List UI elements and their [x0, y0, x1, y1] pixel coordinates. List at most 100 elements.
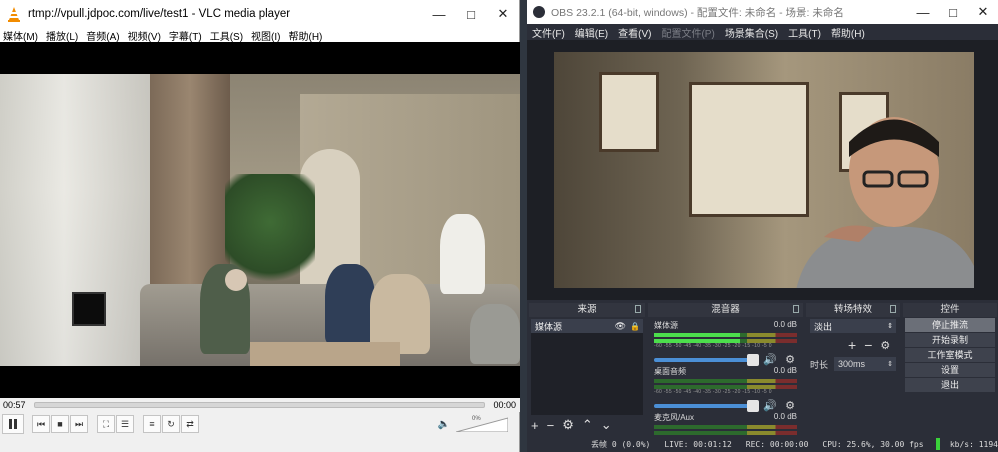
obs-menu-file[interactable]: 文件(F)	[532, 25, 565, 40]
minimize-icon[interactable]: —	[423, 0, 455, 28]
vlc-menu-media[interactable]: 媒体(M)	[3, 28, 38, 43]
lock-icon[interactable]: 🔒	[630, 322, 640, 331]
transitions-dock: 转场特效 淡出 ⇕ + − ⚙ 时长 300ms ⇕	[806, 303, 900, 436]
obs-menu-scene-collection[interactable]: 场景集合(S)	[725, 25, 778, 40]
obs-window: OBS 23.2.1 (64-bit, windows) - 配置文件: 未命名…	[527, 0, 998, 452]
slider-knob[interactable]	[747, 353, 759, 366]
channel-name: 桌面音频	[654, 367, 686, 376]
video-frame	[0, 74, 520, 366]
stop-streaming-button[interactable]: 停止推流	[905, 318, 995, 332]
gear-icon[interactable]: ⚙	[880, 339, 890, 352]
sliders-icon: ☰	[120, 418, 130, 429]
transitions-title: 转场特效	[833, 304, 872, 315]
gear-icon[interactable]: ⚙	[562, 417, 574, 433]
scene-wall-art	[599, 72, 659, 152]
vlc-menu-video[interactable]: 视频(V)	[128, 28, 161, 43]
pause-button[interactable]	[2, 414, 24, 434]
volume-slider[interactable]	[654, 353, 759, 366]
scene-person	[470, 304, 520, 364]
stop-icon: ■	[57, 419, 63, 429]
loop-icon: ↻	[167, 418, 175, 429]
obs-menu-view[interactable]: 查看(V)	[618, 25, 651, 40]
cpu-fps: CPU: 25.6%, 30.00 fps	[822, 439, 924, 449]
sources-toolbar: + − ⚙ ⌃ ⌄	[531, 416, 620, 434]
vlc-titlebar[interactable]: rtmp://vpull.jdpoc.com/live/test1 - VLC …	[0, 0, 519, 28]
seek-bar[interactable]	[33, 402, 486, 408]
next-button[interactable]: ⏭	[70, 415, 88, 433]
obs-menu-edit[interactable]: 编辑(E)	[575, 25, 608, 40]
volume-slider[interactable]	[654, 399, 759, 412]
channel-db: 0.0 dB	[773, 320, 797, 329]
dock-float-icon[interactable]	[635, 305, 641, 313]
vlc-controls: ⏮ ■ ⏭ ⛶ ☰ ≡ ↻ ⇄ 🔈 0%	[0, 412, 520, 436]
vlc-menu-playback[interactable]: 播放(L)	[46, 28, 78, 43]
scene-table	[250, 342, 400, 366]
close-icon[interactable]: ✕	[968, 0, 998, 24]
desktop: rtmp://vpull.jdpoc.com/live/test1 - VLC …	[0, 0, 998, 452]
vlc-menu-view[interactable]: 视图(I)	[251, 28, 280, 43]
chevron-down-icon[interactable]: ⌄	[601, 417, 612, 433]
exit-button[interactable]: 退出	[905, 378, 995, 392]
start-recording-button[interactable]: 开始录制	[905, 333, 995, 347]
obs-preview-area[interactable]	[527, 40, 998, 300]
vlc-menu-subtitle[interactable]: 字幕(T)	[169, 28, 202, 43]
elapsed-time: 00:57	[3, 400, 26, 410]
transition-select[interactable]: 淡出 ⇕	[810, 319, 896, 333]
shuffle-button[interactable]: ⇄	[181, 415, 199, 433]
eye-icon[interactable]: 👁	[615, 321, 626, 332]
transition-toolbar: + − ⚙	[848, 337, 900, 353]
fullscreen-icon: ⛶	[102, 418, 110, 429]
vlc-menu-help[interactable]: 帮助(H)	[289, 28, 323, 43]
duration-row: 时长 300ms ⇕	[810, 357, 896, 371]
remove-icon[interactable]: −	[864, 337, 872, 353]
remove-icon[interactable]: −	[547, 418, 555, 433]
slider-knob[interactable]	[747, 399, 759, 412]
studio-mode-button[interactable]: 工作室模式	[905, 348, 995, 362]
obs-menu-tools[interactable]: 工具(T)	[788, 25, 821, 40]
scene-man	[764, 102, 974, 288]
source-item[interactable]: 媒体源 👁 🔒	[531, 319, 643, 333]
chevron-up-icon[interactable]: ⌃	[582, 417, 593, 433]
add-icon[interactable]: +	[848, 337, 856, 353]
close-icon[interactable]: ✕	[487, 0, 519, 28]
minimize-icon[interactable]: —	[908, 0, 938, 24]
maximize-icon[interactable]: □	[938, 0, 968, 24]
stop-button[interactable]: ■	[51, 415, 69, 433]
live-time: LIVE: 00:01:12	[664, 439, 732, 449]
volume-control[interactable]: 🔈 0%	[438, 416, 509, 433]
vlc-video-area[interactable]	[0, 42, 520, 398]
maximize-icon[interactable]: □	[455, 0, 487, 28]
sources-dock-title: 来源	[529, 303, 645, 317]
extended-settings-button[interactable]: ☰	[116, 415, 134, 433]
volume-slider[interactable]: 0%	[455, 416, 509, 433]
volume-meter	[654, 431, 797, 435]
chevron-updown-icon: ⇕	[887, 323, 893, 330]
obs-menubar: 文件(F) 编辑(E) 查看(V) 配置文件(P) 场景集合(S) 工具(T) …	[527, 24, 998, 40]
dock-float-icon[interactable]	[890, 305, 896, 313]
spinner-icon[interactable]: ⇕	[887, 360, 893, 368]
dock-float-icon[interactable]	[793, 305, 799, 313]
fullscreen-button[interactable]: ⛶	[97, 415, 115, 433]
add-icon[interactable]: +	[531, 418, 539, 433]
scene-person-head	[225, 269, 247, 291]
previous-button[interactable]: ⏮	[32, 415, 50, 433]
remaining-time: 00:00	[493, 400, 516, 410]
settings-button[interactable]: 设置	[905, 363, 995, 377]
channel-db: 0.0 dB	[773, 366, 797, 375]
obs-preview-frame	[554, 52, 974, 288]
duration-value: 300ms	[838, 359, 866, 369]
duration-input[interactable]: 300ms ⇕	[834, 357, 896, 371]
obs-titlebar[interactable]: OBS 23.2.1 (64-bit, windows) - 配置文件: 未命名…	[527, 0, 998, 24]
vlc-window-title: rtmp://vpull.jdpoc.com/live/test1 - VLC …	[28, 8, 291, 20]
obs-menu-help[interactable]: 帮助(H)	[831, 25, 865, 40]
volume-meter	[654, 333, 797, 337]
loop-button[interactable]: ↻	[162, 415, 180, 433]
vlc-menu-tools[interactable]: 工具(S)	[210, 28, 243, 43]
pause-icon	[9, 419, 17, 429]
meter-scale: -60 -55 -50 -45 -40 -35 -30 -25 -20 -15 …	[654, 343, 772, 349]
vlc-menu-audio[interactable]: 音频(A)	[86, 28, 119, 43]
playlist-button[interactable]: ≡	[143, 415, 161, 433]
source-name: 媒体源	[535, 321, 563, 332]
obs-statusbar: 丢帧 0 (0.0%) LIVE: 00:01:12 REC: 00:00:00…	[527, 436, 998, 452]
obs-menu-profile[interactable]: 配置文件(P)	[661, 25, 714, 40]
